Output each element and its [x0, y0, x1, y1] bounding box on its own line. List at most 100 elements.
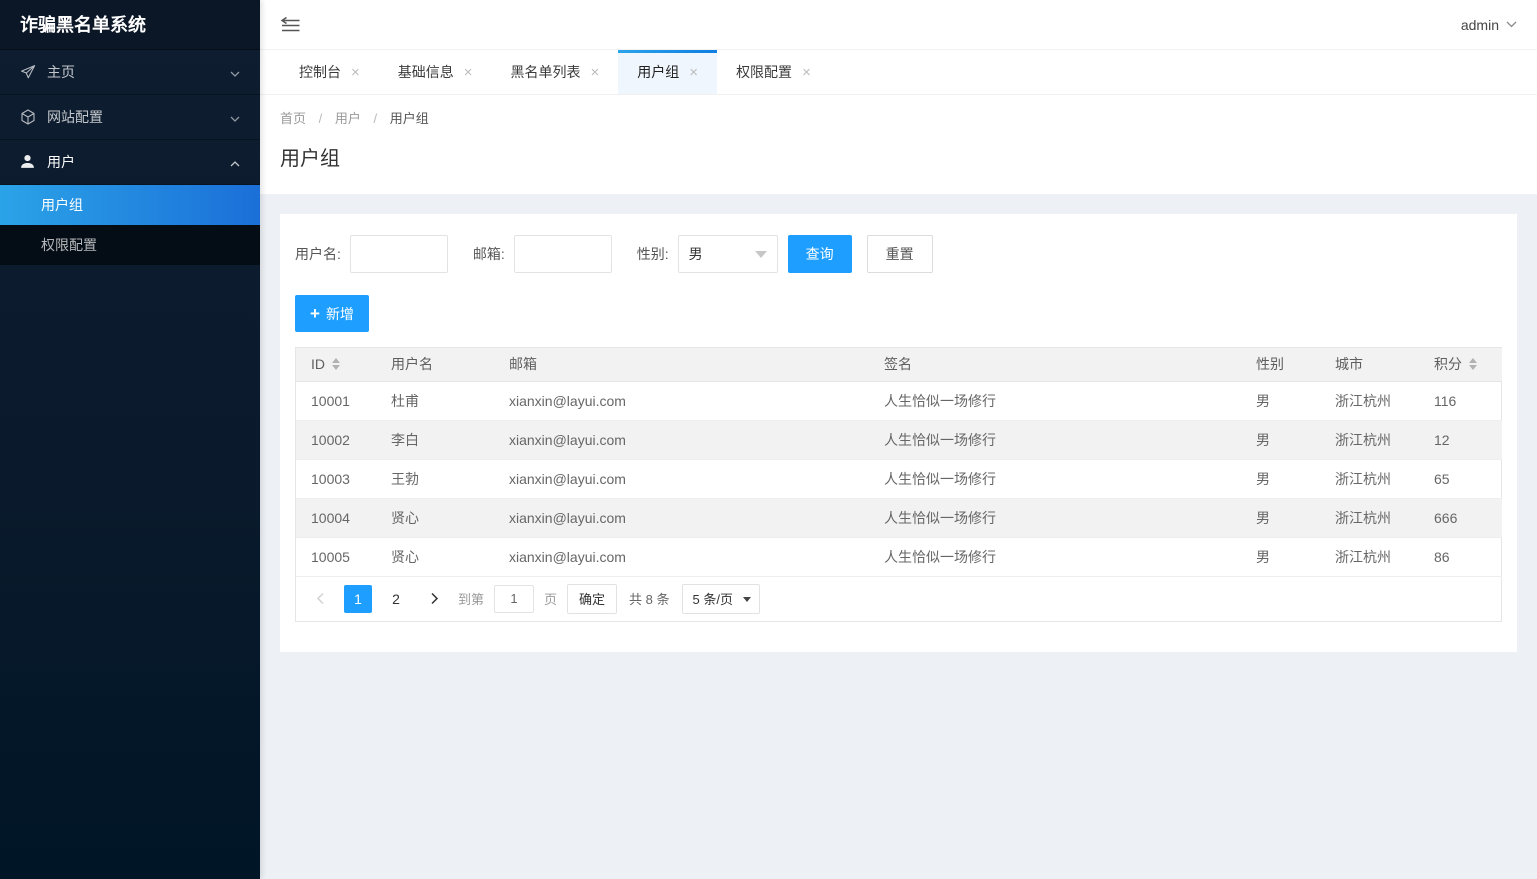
reset-button[interactable]: 重置: [866, 235, 933, 273]
cell-city: 浙江杭州: [1320, 537, 1419, 577]
sidebar-item-site-config[interactable]: 网站配置: [0, 95, 260, 140]
page-button-1[interactable]: 1: [344, 584, 372, 613]
column-header-gender: 性别: [1241, 348, 1320, 382]
tab-permission-config[interactable]: 权限配置 ×: [717, 50, 830, 94]
cell-score: 12: [1419, 420, 1502, 460]
column-header-email: 邮箱: [494, 348, 869, 382]
cell-id: 10001: [296, 381, 376, 421]
cell-id: 10004: [296, 498, 376, 538]
per-page-select[interactable]: 5 条/页: [681, 583, 760, 614]
sidebar-item-users[interactable]: 用户: [0, 140, 260, 185]
chevron-down-icon: [230, 109, 240, 125]
sidebar-item-user-group[interactable]: 用户组: [0, 185, 260, 225]
page-title: 用户组: [280, 148, 340, 170]
breadcrumb: 首页 / 用户 / 用户组: [280, 111, 429, 126]
paper-plane-icon: [20, 64, 36, 80]
username-label: 用户名:: [295, 246, 341, 262]
search-form: 用户名: 邮箱: 性别: 男 查询 重置: [295, 235, 1502, 273]
cell-score: 86: [1419, 537, 1502, 577]
tab-basic-info[interactable]: 基础信息 ×: [379, 50, 492, 94]
page-unit-label: 页: [544, 592, 558, 607]
page-header: 首页 / 用户 / 用户组 用户组: [260, 95, 1537, 194]
close-icon[interactable]: ×: [464, 65, 473, 80]
column-header-score[interactable]: 积分: [1419, 348, 1502, 382]
column-header-username: 用户名: [376, 348, 494, 382]
goto-page-input[interactable]: [494, 584, 535, 613]
sidebar-item-label: 用户: [47, 154, 75, 170]
topbar: admin: [260, 0, 1537, 50]
sidebar-submenu: 用户组 权限配置: [0, 185, 260, 265]
sort-icon[interactable]: [332, 358, 340, 371]
tab-user-group[interactable]: 用户组 ×: [618, 50, 718, 94]
content-area: 用户名: 邮箱: 性别: 男 查询 重置 + 新增 ID 用户名 邮箱 签名 性…: [260, 194, 1537, 672]
cell-signature: 人生恰似一场修行: [869, 420, 1241, 460]
close-icon[interactable]: ×: [802, 65, 811, 80]
breadcrumb-home[interactable]: 首页: [280, 111, 306, 126]
cell-username: 王勃: [376, 459, 494, 499]
cell-city: 浙江杭州: [1320, 381, 1419, 421]
table-header-row: ID 用户名 邮箱 签名 性别 城市 积分: [296, 348, 1502, 382]
column-header-signature: 签名: [869, 348, 1241, 382]
tab-label: 用户组: [637, 64, 680, 80]
cell-username: 贤心: [376, 537, 494, 577]
email-input[interactable]: [513, 235, 612, 273]
close-icon[interactable]: ×: [689, 65, 698, 80]
data-table: ID 用户名 邮箱 签名 性别 城市 积分 10001 杜甫 xianxin@l…: [295, 347, 1502, 622]
cell-email: xianxin@layui.com: [494, 459, 869, 499]
cell-score: 65: [1419, 459, 1502, 499]
page-button-2[interactable]: 2: [382, 585, 410, 613]
add-button[interactable]: + 新增: [295, 295, 369, 332]
sort-icon[interactable]: [1469, 358, 1477, 371]
app-title: 诈骗黑名单系统: [0, 0, 260, 50]
column-header-id[interactable]: ID: [296, 348, 376, 382]
chevron-down-icon: [742, 596, 751, 602]
breadcrumb-users[interactable]: 用户: [335, 111, 361, 126]
tab-label: 权限配置: [736, 64, 793, 80]
username-input[interactable]: [349, 235, 448, 273]
cell-id: 10002: [296, 420, 376, 460]
cell-signature: 人生恰似一场修行: [869, 498, 1241, 538]
cell-score: 116: [1419, 381, 1502, 421]
next-page-icon[interactable]: [420, 585, 448, 613]
sidebar-item-label: 主页: [47, 64, 75, 80]
chevron-down-icon: [1506, 21, 1517, 28]
column-header-city: 城市: [1320, 348, 1419, 382]
cell-city: 浙江杭州: [1320, 498, 1419, 538]
cell-signature: 人生恰似一场修行: [869, 537, 1241, 577]
sidebar-item-permission-config[interactable]: 权限配置: [0, 225, 260, 265]
username: admin: [1460, 16, 1499, 33]
close-icon[interactable]: ×: [591, 65, 600, 80]
table-row: 10003 王勃 xianxin@layui.com 人生恰似一场修行 男 浙江…: [296, 459, 1502, 499]
table-row: 10005 贤心 xianxin@layui.com 人生恰似一场修行 男 浙江…: [296, 537, 1502, 577]
chevron-down-icon: [230, 64, 240, 80]
cell-signature: 人生恰似一场修行: [869, 459, 1241, 499]
user-menu[interactable]: admin: [1461, 17, 1517, 33]
table-row: 10001 杜甫 xianxin@layui.com 人生恰似一场修行 男 浙江…: [296, 381, 1502, 421]
sidebar-subitem-label: 权限配置: [41, 237, 97, 253]
main-area: admin 控制台 × 基础信息 × 黑名单列表 × 用户组 × 权限配置 × …: [260, 0, 1537, 672]
gender-select-value: 男: [688, 246, 703, 262]
cell-signature: 人生恰似一场修行: [869, 381, 1241, 421]
collapse-sidebar-icon[interactable]: [280, 17, 301, 32]
query-button[interactable]: 查询: [787, 235, 852, 273]
pagination: 1 2 到第 页 确定 共 8 条 5 条/页: [296, 577, 1501, 621]
sidebar-item-home[interactable]: 主页: [0, 50, 260, 95]
breadcrumb-current: 用户组: [389, 111, 429, 126]
user-icon: [20, 154, 36, 170]
close-icon[interactable]: ×: [351, 65, 360, 80]
tab-blacklist[interactable]: 黑名单列表 ×: [492, 50, 619, 94]
tab-console[interactable]: 控制台 ×: [280, 50, 379, 94]
tab-bar: 控制台 × 基础信息 × 黑名单列表 × 用户组 × 权限配置 ×: [260, 50, 1537, 95]
cell-city: 浙江杭州: [1320, 420, 1419, 460]
confirm-button[interactable]: 确定: [567, 583, 618, 614]
email-label: 邮箱:: [472, 246, 505, 262]
sidebar-nav: 主页 网站配置 用户 用户组 权限配置: [0, 50, 260, 265]
cell-gender: 男: [1241, 420, 1320, 460]
cell-email: xianxin@layui.com: [494, 420, 869, 460]
table-row: 10004 贤心 xianxin@layui.com 人生恰似一场修行 男 浙江…: [296, 498, 1502, 538]
chevron-up-icon: [230, 154, 240, 170]
per-page-value: 5 条/页: [692, 592, 733, 607]
prev-page-icon[interactable]: [306, 585, 334, 613]
cell-email: xianxin@layui.com: [494, 498, 869, 538]
gender-select[interactable]: 男: [677, 235, 778, 273]
